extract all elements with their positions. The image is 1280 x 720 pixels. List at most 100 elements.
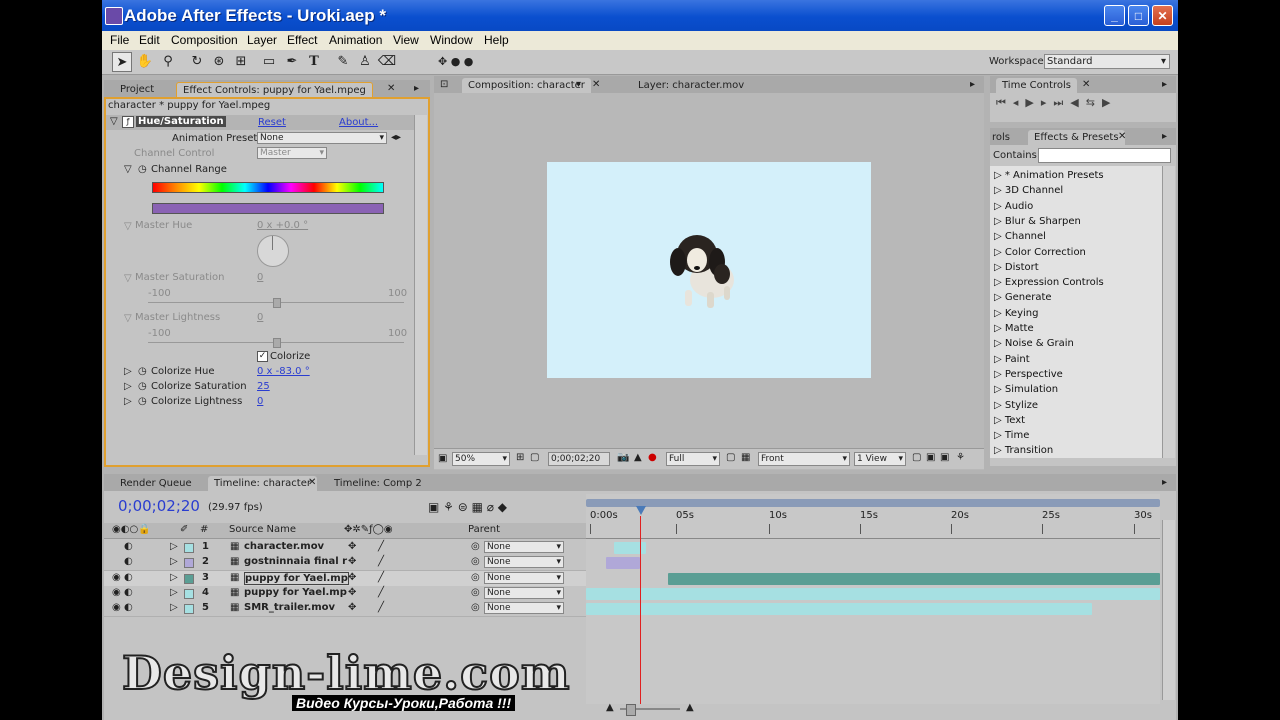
menu-edit[interactable]: Edit <box>139 33 160 47</box>
brush-tool-icon[interactable]: ✎ <box>333 52 353 72</box>
expand-triangle-icon[interactable]: ▷ <box>994 384 1005 395</box>
3d-view-select[interactable]: Front ▾ <box>758 452 850 466</box>
snapshot-icon[interactable]: 📷 <box>617 452 629 463</box>
maximize-button[interactable]: □ <box>1128 5 1149 26</box>
hand-tool-icon[interactable]: ✋ <box>135 52 155 72</box>
effects-category-item[interactable]: ▷ Blur & Sharpen <box>994 216 1081 227</box>
parent-select[interactable]: None ▾ <box>484 571 564 584</box>
grid-icon[interactable]: ⊞ <box>516 452 524 463</box>
pixel-aspect-icon[interactable]: ▢ <box>912 452 921 463</box>
effects-category-item[interactable]: ▷ Transition <box>994 445 1053 456</box>
pickwhip-icon[interactable]: ◎ <box>471 587 480 598</box>
expand-triangle-icon[interactable]: ▷ <box>170 556 178 567</box>
shy-icon[interactable]: ✥ <box>348 572 356 583</box>
timeline-scrollbar[interactable] <box>1162 520 1175 700</box>
eraser-tool-icon[interactable]: ⌫ <box>377 52 397 72</box>
effects-category-item[interactable]: ▷ Generate <box>994 292 1052 303</box>
tab-time-controls[interactable]: Time Controls <box>996 78 1078 93</box>
quality-icon[interactable]: ╱ <box>378 572 384 583</box>
effects-category-item[interactable]: ▷ Time <box>994 430 1029 441</box>
always-preview-icon[interactable]: ▣ <box>438 453 447 464</box>
colorize-hue-triangle-icon[interactable]: ▷ <box>124 366 132 377</box>
effects-category-item[interactable]: ▷ Noise & Grain <box>994 338 1074 349</box>
composition-canvas[interactable] <box>547 162 871 378</box>
master-saturation-slider[interactable] <box>273 298 281 308</box>
tab-layer[interactable]: Layer: character.mov <box>632 78 750 93</box>
layer-name[interactable]: character.mov <box>244 541 324 552</box>
flowchart-icon[interactable]: ⚘ <box>956 452 965 463</box>
channel-range-triangle-icon[interactable]: ▽ <box>124 164 132 175</box>
expand-triangle-icon[interactable]: ▷ <box>994 369 1005 380</box>
timeline-close-icon[interactable]: ✕ <box>308 477 316 488</box>
clone-stamp-tool-icon[interactable]: ♙ <box>355 52 375 72</box>
expand-triangle-icon[interactable]: ▷ <box>994 231 1005 242</box>
colorize-saturation-value[interactable]: 25 <box>257 381 270 392</box>
menu-composition[interactable]: Composition <box>171 33 238 47</box>
colorize-hue-value[interactable]: 0 x -83.0 ° <box>257 366 310 377</box>
layer-name[interactable]: SMR_trailer.mov <box>244 602 335 613</box>
axis-mode-icons[interactable]: ✥ ● ● <box>438 55 480 69</box>
tab-render-queue[interactable]: Render Queue <box>114 476 198 491</box>
stopwatch-icon[interactable]: ◷ <box>138 164 147 175</box>
expand-triangle-icon[interactable]: ▽ <box>110 116 118 127</box>
colorize-lightness-triangle-icon[interactable]: ▷ <box>124 396 132 407</box>
table-row[interactable]: ◐ ▷ 1 ▦ character.mov ✥ ╱ ◎ None ▾ <box>104 540 586 556</box>
shy-icon[interactable]: ✥ <box>348 602 356 613</box>
audio-icon[interactable]: ◐ <box>124 556 133 567</box>
colorize-saturation-stopwatch-icon[interactable]: ◷ <box>138 381 147 392</box>
tab-project[interactable]: Project <box>114 82 160 97</box>
timeline-toggle-icon[interactable]: ▣ <box>940 452 949 463</box>
menu-layer[interactable]: Layer <box>247 33 277 47</box>
effects-category-item[interactable]: ▷ Simulation <box>994 384 1058 395</box>
label-color-swatch[interactable] <box>184 543 194 553</box>
effects-category-item[interactable]: ▷ Keying <box>994 308 1038 319</box>
effects-menu-icon[interactable]: ▸ <box>1162 131 1167 142</box>
timeline-timecode[interactable]: 0;00;02;20 <box>118 497 200 515</box>
pickwhip-icon[interactable]: ◎ <box>471 541 480 552</box>
comp-dropdown-icon[interactable]: ▾ <box>576 79 581 90</box>
layer-duration-bar[interactable] <box>586 587 1160 600</box>
master-saturation-value[interactable]: 0 <box>257 272 263 283</box>
workspace-select[interactable]: Standard ▾ <box>1044 54 1170 69</box>
effects-category-item[interactable]: ▷ Paint <box>994 354 1030 365</box>
selection-tool-icon[interactable]: ➤ <box>112 52 132 72</box>
reset-link[interactable]: Reset <box>258 117 286 128</box>
parent-select[interactable]: None ▾ <box>484 541 564 553</box>
pickwhip-icon[interactable]: ◎ <box>471 602 480 613</box>
shy-icon[interactable]: ✥ <box>348 541 356 552</box>
label-color-swatch[interactable] <box>184 588 194 599</box>
audio-icon[interactable]: ◐ <box>124 587 133 598</box>
region-of-interest-icon[interactable]: ▢ <box>726 452 735 463</box>
effects-category-item[interactable]: ▷ Text <box>994 415 1025 426</box>
expand-triangle-icon[interactable]: ▷ <box>994 323 1005 334</box>
expand-triangle-icon[interactable]: ▷ <box>994 185 1005 196</box>
view-layout-select[interactable]: 1 View ▾ <box>854 452 906 466</box>
pickwhip-icon[interactable]: ◎ <box>471 556 480 567</box>
close-tab-icon[interactable]: ✕ <box>387 83 395 94</box>
effects-category-item[interactable]: ▷ Matte <box>994 323 1034 334</box>
current-time-indicator-icon[interactable] <box>636 506 646 516</box>
label-color-swatch[interactable] <box>184 558 194 569</box>
effects-scrollbar[interactable] <box>1162 166 1175 458</box>
shy-icon[interactable]: ✥ <box>348 556 356 567</box>
parent-select[interactable]: None ▾ <box>484 586 564 599</box>
menu-effect[interactable]: Effect <box>287 33 317 47</box>
expand-triangle-icon[interactable]: ▷ <box>994 354 1005 365</box>
comp-timecode[interactable]: 0;00;02;20 <box>548 452 610 466</box>
table-row[interactable]: ◉ ◐ ▷ 3 ▦ puppy for Yael.mp ✥ ╱ ◎ None ▾ <box>104 570 586 587</box>
expand-triangle-icon[interactable]: ▷ <box>994 415 1005 426</box>
colorize-saturation-triangle-icon[interactable]: ▷ <box>124 381 132 392</box>
quality-icon[interactable]: ╱ <box>378 541 384 552</box>
effects-category-item[interactable]: ▷ Expression Controls <box>994 277 1104 288</box>
master-lightness-value[interactable]: 0 <box>257 312 263 323</box>
rotate-tool-icon[interactable]: ↻ <box>187 52 207 72</box>
expand-triangle-icon[interactable]: ▷ <box>994 262 1005 273</box>
tab-effects-presets[interactable]: Effects & Presets <box>1028 130 1125 145</box>
colorize-checkbox[interactable]: ✓ <box>257 351 268 362</box>
expand-triangle-icon[interactable]: ▷ <box>994 170 1005 181</box>
channels-icon[interactable]: ● <box>648 452 657 463</box>
panel-menu-icon[interactable]: ▸ <box>414 83 419 94</box>
pan-behind-tool-icon[interactable]: ⊞ <box>231 52 251 72</box>
comp-close-tab-icon[interactable]: ✕ <box>592 79 600 90</box>
effect-controls-scrollbar[interactable] <box>414 115 427 455</box>
